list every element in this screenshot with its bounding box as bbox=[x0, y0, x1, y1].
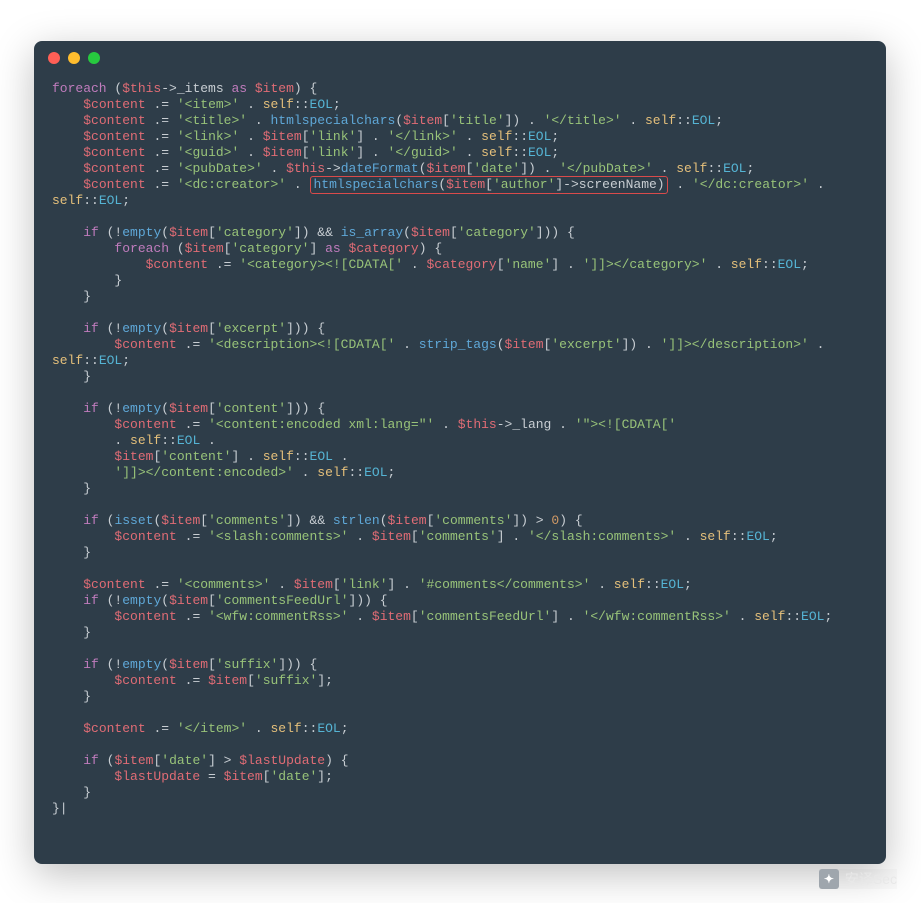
window-titlebar bbox=[34, 41, 886, 75]
code-block: foreach ($this->_items as $item) { $cont… bbox=[34, 75, 886, 831]
wechat-icon: ✦ bbox=[819, 869, 839, 889]
zoom-icon[interactable] bbox=[88, 52, 100, 64]
close-icon[interactable] bbox=[48, 52, 60, 64]
minimize-icon[interactable] bbox=[68, 52, 80, 64]
code-window: foreach ($this->_items as $item) { $cont… bbox=[34, 41, 886, 864]
watermark-label: 安译Sec bbox=[845, 869, 897, 889]
watermark: ✦ 安译Sec bbox=[819, 869, 897, 889]
